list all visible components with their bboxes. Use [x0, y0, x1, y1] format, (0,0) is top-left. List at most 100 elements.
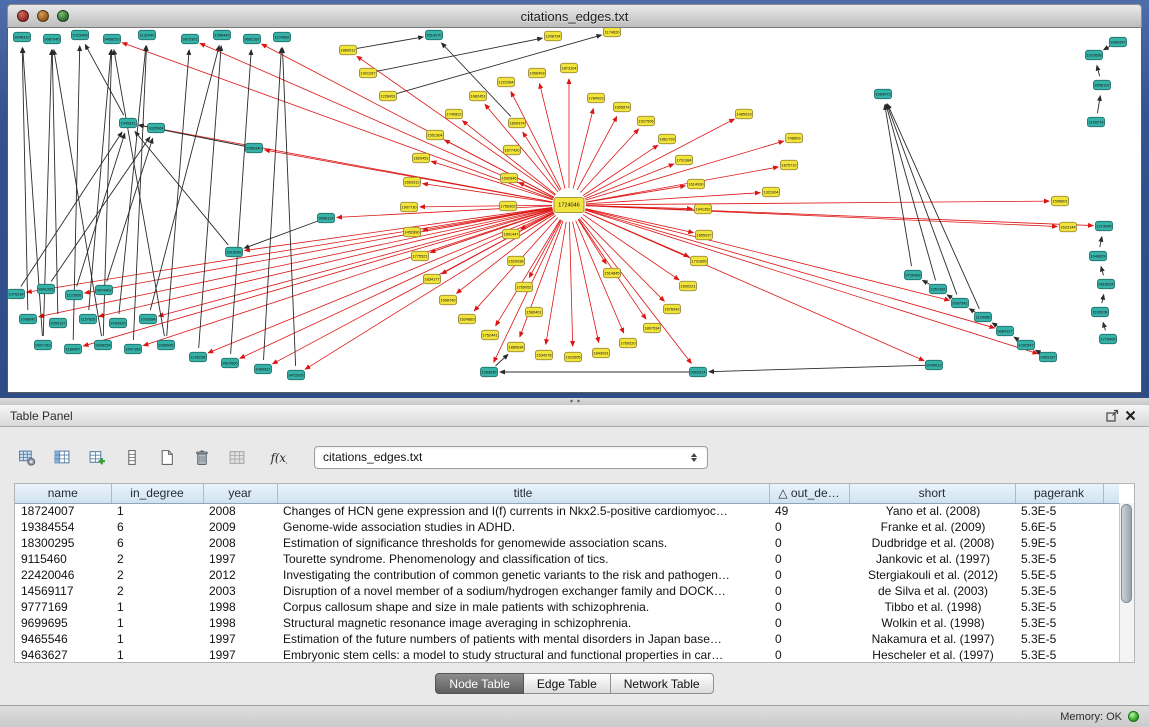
graph-node[interactable]: 1057392	[930, 284, 947, 294]
close-button[interactable]	[17, 10, 29, 22]
graph-node[interactable]: 1029384	[140, 314, 157, 324]
graph-node[interactable]: 1690221	[680, 281, 697, 291]
graph-node[interactable]: 1891447	[503, 229, 520, 239]
new-table-icon[interactable]	[154, 445, 180, 469]
graph-node[interactable]: 1064921	[255, 364, 272, 374]
graph-node[interactable]: 1228451	[380, 91, 397, 101]
graph-node[interactable]: 1551304	[427, 130, 444, 140]
graph-node[interactable]: 9453187	[1040, 352, 1057, 362]
graph-node[interactable]: 1221084	[498, 77, 515, 87]
graph-node[interactable]: 9987045	[44, 34, 61, 44]
graph-node[interactable]: 1769052	[516, 282, 533, 292]
graph-node[interactable]: 1124086	[975, 312, 992, 322]
graph-node[interactable]: 9873301	[182, 34, 199, 44]
graph-node[interactable]: 1820451	[413, 153, 430, 163]
table-selector[interactable]: citations_edges.txt	[314, 446, 708, 469]
graph-node[interactable]: 1527506	[638, 116, 655, 126]
graph-node[interactable]: 1855037	[696, 230, 713, 240]
graph-node[interactable]: 1861729	[659, 134, 676, 144]
graph-node[interactable]: 1208734	[545, 31, 562, 41]
graph-node[interactable]: 1620938	[508, 256, 525, 266]
memory-ok-indicator-icon[interactable]	[1128, 711, 1139, 722]
graph-node[interactable]: 1047163	[125, 344, 142, 354]
graph-node[interactable]: 1873104	[561, 63, 578, 73]
graph-node[interactable]: 1623144	[1060, 222, 1077, 232]
table-row[interactable]: 1938455462009Genome-wide association stu…	[15, 519, 1119, 535]
graph-node[interactable]: 1105378	[1092, 307, 1109, 317]
graph-node[interactable]: 1534278	[536, 350, 553, 360]
scrollbar-thumb[interactable]	[1121, 504, 1132, 603]
graph-node[interactable]: 1023658	[1086, 50, 1103, 60]
graph-node[interactable]: 1514845	[604, 268, 621, 278]
vertical-scrollbar[interactable]	[1119, 503, 1134, 662]
column-header-in_degree[interactable]: in_degree	[111, 484, 203, 503]
graph-node[interactable]: 1157826	[80, 314, 97, 324]
graph-node[interactable]: 1624883	[459, 314, 476, 324]
graph-node[interactable]: 9674403	[96, 285, 113, 295]
network-canvas[interactable]: 1724046187310419564031221084168245117408…	[8, 28, 1143, 393]
graph-node[interactable]: 9058114	[318, 213, 335, 223]
column-header-title[interactable]: title	[277, 484, 769, 503]
graph-node[interactable]: 9814560	[222, 358, 239, 368]
graph-node[interactable]: 9360247	[1110, 37, 1127, 47]
graph-node[interactable]: 1875710	[781, 160, 798, 170]
graph-node[interactable]: 1643091	[593, 348, 610, 358]
graph-node[interactable]: 1273045	[1096, 221, 1113, 231]
table-mode-icon[interactable]	[14, 445, 40, 469]
graph-node[interactable]: 1132045	[139, 30, 156, 40]
graph-node[interactable]: 1756302	[500, 201, 517, 211]
graph-node[interactable]: 1038642	[20, 314, 37, 324]
graph-node[interactable]: 9458210	[104, 34, 121, 44]
graph-node[interactable]: 748503	[786, 133, 803, 143]
column-header-year[interactable]: year	[203, 484, 277, 503]
graph-node[interactable]: 1576042	[664, 304, 681, 314]
graph-node[interactable]: 9815634	[1098, 279, 1115, 289]
tab-network-table[interactable]: Network Table	[610, 673, 714, 694]
graph-node[interactable]: 1740822	[446, 109, 463, 119]
graph-node[interactable]: 2016058	[226, 247, 243, 257]
table-row[interactable]: 1830029562008Estimation of significance …	[15, 535, 1119, 551]
graph-node[interactable]: 1532846	[501, 173, 518, 183]
table-row[interactable]: 2242004622012Investigating the contribut…	[15, 567, 1119, 583]
graph-node[interactable]: 1321604	[763, 187, 780, 197]
graph-node[interactable]: 1860012	[340, 45, 357, 55]
graph-node[interactable]: 1701384	[676, 155, 693, 165]
graph-node[interactable]: 9514270	[426, 30, 443, 40]
graph-node[interactable]: 1614930	[688, 179, 705, 189]
graph-node[interactable]: 9763920	[110, 318, 127, 328]
graph-node[interactable]: 1834177	[424, 274, 441, 284]
graph-node[interactable]: 1092547	[1018, 340, 1035, 350]
table-row[interactable]: 946362711997Embryonic stem cells: a mode…	[15, 647, 1119, 663]
graph-node[interactable]: 1046829	[1090, 251, 1107, 261]
graph-node[interactable]: 1180457	[65, 344, 82, 354]
graph-node[interactable]: 1769220	[620, 338, 637, 348]
graph-node[interactable]: 9726483	[905, 270, 922, 280]
tab-node-table[interactable]: Node Table	[435, 673, 524, 694]
graph-node[interactable]: 9558102	[1094, 80, 1111, 90]
graph-node[interactable]: 1083645	[481, 367, 498, 377]
graph-node[interactable]: 1956403	[529, 68, 546, 78]
graph-node[interactable]: 1123058	[66, 290, 83, 300]
delete-table-icon[interactable]	[189, 445, 215, 469]
graph-node[interactable]: 9285046	[158, 340, 175, 350]
table-row[interactable]: 969969511998Structural magnetic resonanc…	[15, 615, 1119, 631]
graph-node[interactable]: 1598740	[440, 295, 457, 305]
graph-node[interactable]: 1784923	[588, 93, 605, 103]
graph-node[interactable]: 1682451	[470, 91, 487, 101]
graph-node[interactable]: 1880634	[508, 342, 525, 352]
graph-node[interactable]: 1452890	[404, 227, 421, 237]
graph-node[interactable]: 9397541	[952, 298, 969, 308]
graph-node[interactable]: 9950137	[50, 318, 67, 328]
delete-column-icon[interactable]	[119, 445, 145, 469]
graph-node[interactable]: 1084973	[875, 89, 892, 99]
graph-node[interactable]: 1907730	[401, 202, 418, 212]
new-column-icon[interactable]	[84, 445, 110, 469]
graph-node[interactable]: 9325064	[148, 123, 165, 133]
graph-node[interactable]: 9507163	[35, 340, 52, 350]
graph-node[interactable]: 1752441	[482, 330, 499, 340]
graph-node[interactable]: 1605874	[614, 102, 631, 112]
tab-edge-table[interactable]: Edge Table	[523, 673, 611, 694]
graph-node[interactable]: 9562814	[690, 367, 707, 377]
table-row[interactable]: 1872400712008Changes of HCN gene express…	[15, 503, 1119, 519]
table-row[interactable]: 946554611997Estimation of the future num…	[15, 631, 1119, 647]
